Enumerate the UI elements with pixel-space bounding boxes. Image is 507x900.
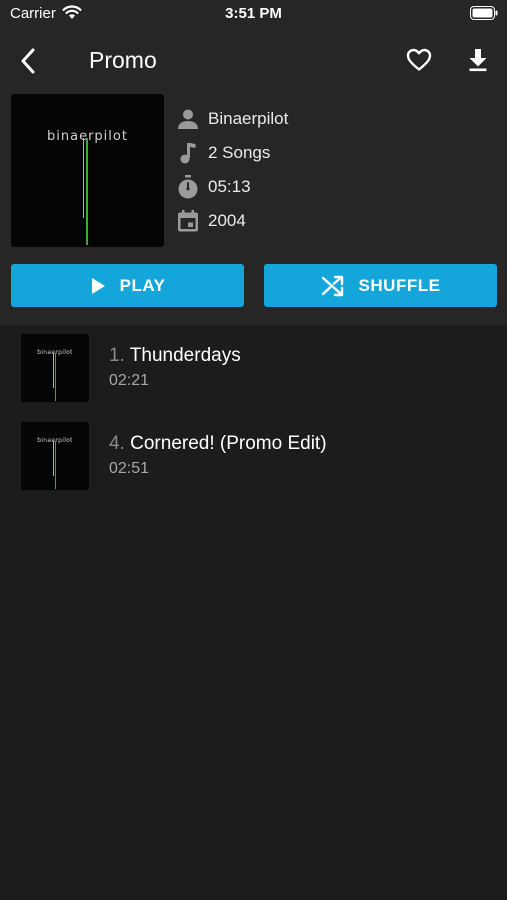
track-title: Cornered! (Promo Edit) [130,433,327,454]
meta-songs: 2 Songs [175,139,270,167]
song-count: 2 Songs [208,143,271,162]
play-label: PLAY [119,275,166,295]
cover-gray-line [83,138,84,218]
track-title-line: 1. Thunderdays [109,345,241,367]
album-cover: binaerpilot [11,94,164,247]
download-button[interactable] [463,44,493,76]
track-duration: 02:21 [109,372,150,389]
music-note-icon [175,140,201,166]
favorite-button[interactable] [403,45,435,75]
play-icon [91,277,105,294]
track-number: 4. [109,433,125,454]
thumb-gray-line [53,353,54,388]
shuffle-button[interactable]: SHUFFLE [264,264,497,307]
album-header: Promo binaerpilot Binaerpilot 2 Songs 05 [0,30,507,325]
release-year: 2004 [208,211,246,230]
thumb-green-line [55,353,56,401]
track-thumbnail: binaerpilot [21,334,89,402]
download-icon [469,49,487,72]
battery-icon [470,6,498,20]
meta-year: 2004 [175,207,246,235]
thumb-gray-line [53,441,54,476]
artist-name: Binaerpilot [208,109,289,128]
status-time: 3:51 PM [225,5,282,22]
thumb-green-line [55,441,56,489]
timer-icon [175,174,201,200]
back-button[interactable] [12,45,44,77]
meta-duration: 05:13 [175,173,251,201]
play-button[interactable]: PLAY [11,264,244,307]
shuffle-label: SHUFFLE [358,275,441,295]
heart-icon [406,48,432,71]
track-title: Thunderdays [129,345,241,366]
status-bar: Carrier 3:51 PM [0,0,507,30]
track-title-line: 4. Cornered! (Promo Edit) [109,433,327,455]
track-row[interactable]: binaerpilot 4. Cornered! (Promo Edit) 02… [0,413,507,501]
shuffle-icon [321,275,343,296]
track-row[interactable]: binaerpilot 1. Thunderdays 02:21 [0,325,507,413]
track-duration: 02:51 [109,460,150,477]
track-number: 1. [109,345,125,366]
page-title: Promo [89,47,157,73]
calendar-icon [175,208,201,234]
total-duration: 05:13 [208,177,251,196]
cover-green-line [86,138,88,245]
back-icon [21,48,35,74]
person-icon [175,106,201,132]
meta-artist: Binaerpilot [175,105,288,133]
track-thumbnail: binaerpilot [21,422,89,490]
